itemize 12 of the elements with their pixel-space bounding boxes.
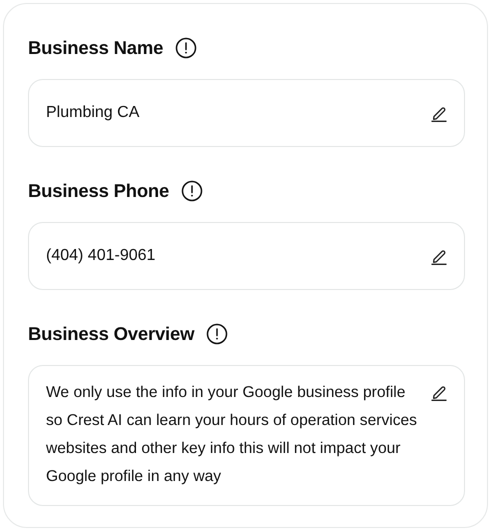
text-area[interactable]: We only use the info in your Google business profile so Crest AI can learn your hours of operation services websites and other key info this will not impact your Google profile in any way <box>28 365 465 506</box>
field-value: We only use the info in your Google business profile so Crest AI can learn your hours of operation services websites and other key info this will not impact your Google profile in any way <box>46 383 418 487</box>
info-icon[interactable] <box>181 180 204 202</box>
input-field[interactable]: (404) 401-9061 <box>28 222 465 290</box>
input-field[interactable]: Plumbing CA <box>28 79 465 147</box>
info-icon[interactable] <box>206 323 228 345</box>
field-label: Business Name <box>28 37 164 59</box>
info-icon[interactable] <box>175 37 198 59</box>
field-label: Business Phone <box>28 180 170 202</box>
field-label: Business Overview <box>28 323 194 345</box>
field-value: Plumbing CA <box>46 104 140 122</box>
field-value: (404) 401-9061 <box>46 247 156 265</box>
